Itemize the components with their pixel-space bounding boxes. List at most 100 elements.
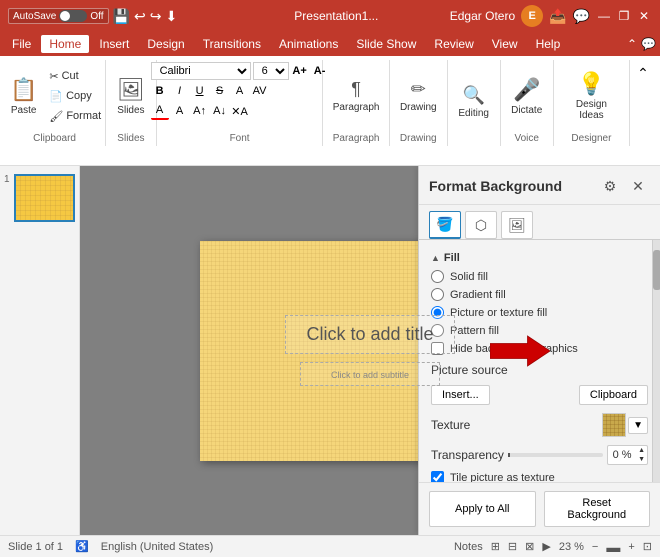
ribbon-collapse-icon[interactable]: ⌃ bbox=[627, 37, 637, 51]
dictate-button[interactable]: 🎤 Dictate bbox=[505, 68, 548, 124]
menu-home[interactable]: Home bbox=[41, 35, 89, 53]
menu-animations[interactable]: Animations bbox=[271, 35, 346, 53]
menu-slideshow[interactable]: Slide Show bbox=[348, 35, 424, 53]
solid-fill-radio[interactable] bbox=[431, 270, 444, 283]
drawing-group: ✏ Drawing Drawing bbox=[390, 60, 448, 146]
clear-format-button[interactable]: ✕A bbox=[231, 102, 249, 120]
texture-preview[interactable] bbox=[602, 413, 626, 437]
view-reading-icon[interactable]: ⊠ bbox=[525, 540, 534, 553]
fit-page-icon[interactable]: ⊡ bbox=[643, 540, 652, 553]
menu-transitions[interactable]: Transitions bbox=[195, 35, 269, 53]
panel-settings-button[interactable]: ⚙ bbox=[598, 174, 622, 198]
minimize-button[interactable]: — bbox=[596, 8, 612, 24]
zoom-in-icon[interactable]: + bbox=[628, 541, 634, 553]
menu-insert[interactable]: Insert bbox=[91, 35, 137, 53]
gradient-fill-radio[interactable] bbox=[431, 288, 444, 301]
drawing-button[interactable]: ✏ Drawing bbox=[394, 68, 443, 124]
texture-picker[interactable]: ▼ bbox=[602, 413, 648, 437]
close-button[interactable]: ✕ bbox=[636, 8, 652, 24]
apply-all-button[interactable]: Apply to All bbox=[429, 491, 536, 527]
view-slideshow-icon[interactable]: ▶ bbox=[542, 540, 550, 553]
slide-subtitle-box[interactable]: Click to add subtitle bbox=[300, 362, 440, 386]
font-size-down2-button[interactable]: A↓ bbox=[211, 102, 229, 120]
clipboard-button[interactable]: Clipboard bbox=[579, 385, 648, 405]
restore-button[interactable]: ❐ bbox=[616, 8, 632, 24]
ribbon-options-button[interactable]: ⌃ bbox=[634, 64, 652, 82]
autosave-toggle[interactable] bbox=[59, 10, 87, 22]
menu-view[interactable]: View bbox=[484, 35, 526, 53]
format-painter-button[interactable]: 🖌Format bbox=[45, 107, 105, 125]
font-row-color: A A A↑ A↓ ✕A bbox=[151, 102, 329, 120]
spin-down[interactable]: ▼ bbox=[636, 455, 647, 464]
format-painter-icon: 🖌 bbox=[49, 110, 63, 123]
texture-dropdown-button[interactable]: ▼ bbox=[628, 417, 648, 434]
increase-font-button[interactable]: A+ bbox=[291, 62, 309, 80]
view-normal-icon[interactable]: ⊞ bbox=[491, 540, 500, 553]
slide-title-box[interactable]: Click to add title bbox=[285, 315, 454, 354]
shadow-button[interactable]: A bbox=[231, 82, 249, 100]
solid-fill-option[interactable]: Solid fill bbox=[431, 270, 648, 283]
comments-icon[interactable]: 💬 bbox=[573, 8, 590, 25]
panel-tab-image[interactable]: 🖼 bbox=[501, 211, 533, 239]
underline-button[interactable]: U bbox=[191, 82, 209, 100]
highlight-button[interactable]: A bbox=[171, 102, 189, 120]
zoom-slider[interactable]: ▬ bbox=[606, 539, 620, 555]
panel-close-button[interactable]: ✕ bbox=[626, 174, 650, 198]
user-area: Edgar Otero E 📤 💬 bbox=[450, 5, 590, 27]
more-icon[interactable]: ⬇ bbox=[165, 8, 177, 25]
font-size-up2-button[interactable]: A↑ bbox=[191, 102, 209, 120]
slide-thumbnail[interactable] bbox=[14, 174, 75, 222]
menu-help[interactable]: Help bbox=[528, 35, 569, 53]
scrollbar-thumb[interactable] bbox=[653, 250, 660, 290]
panel-tab-shape[interactable]: ⬡ bbox=[465, 211, 497, 239]
cut-button[interactable]: ✂Cut bbox=[45, 67, 105, 85]
view-grid-icon[interactable]: ⊟ bbox=[508, 540, 517, 553]
picture-fill-label: Picture or texture fill bbox=[450, 307, 547, 319]
paragraph-group: ¶ Paragraph Paragraph bbox=[323, 60, 389, 146]
save-icon[interactable]: 💾 bbox=[113, 8, 130, 25]
font-size-select[interactable]: 60 bbox=[253, 62, 289, 80]
transparency-spinbox[interactable]: 0 % ▲ ▼ bbox=[607, 445, 648, 465]
font-row-top: Calibri 60 A+ A- bbox=[151, 62, 329, 80]
insert-button[interactable]: Insert... bbox=[431, 385, 490, 405]
tile-checkbox[interactable] bbox=[431, 471, 444, 482]
transparency-slider[interactable] bbox=[508, 453, 603, 457]
panel-tab-fill[interactable]: 🪣 bbox=[429, 211, 461, 239]
red-arrow bbox=[490, 331, 550, 371]
align-chars-button[interactable]: AV bbox=[251, 82, 269, 100]
slides-button[interactable]: 🖼 Slides bbox=[111, 68, 151, 124]
zoom-out-icon[interactable]: − bbox=[592, 541, 598, 553]
panel-scrollbar[interactable] bbox=[652, 240, 660, 482]
picture-fill-option[interactable]: Picture or texture fill bbox=[431, 306, 648, 319]
font-color-button[interactable]: A bbox=[151, 102, 169, 120]
spin-up[interactable]: ▲ bbox=[636, 446, 647, 455]
accessibility-icon[interactable]: ♿ bbox=[75, 540, 89, 553]
menu-design[interactable]: Design bbox=[139, 35, 192, 53]
design-ideas-button[interactable]: 💡 Design Ideas bbox=[562, 68, 621, 124]
status-bar: Slide 1 of 1 ♿ English (United States) N… bbox=[0, 535, 660, 557]
paragraph-button[interactable]: ¶ Paragraph bbox=[327, 68, 386, 124]
language: English (United States) bbox=[101, 541, 214, 553]
notes-button[interactable]: Notes bbox=[454, 541, 483, 553]
copy-button[interactable]: 📄Copy bbox=[45, 87, 105, 105]
design-ideas-icon: 💡 bbox=[578, 71, 605, 97]
comments-menu-icon[interactable]: 💬 bbox=[641, 37, 656, 51]
autosave-label: AutoSave bbox=[13, 11, 56, 22]
menu-review[interactable]: Review bbox=[426, 35, 481, 53]
undo-icon[interactable]: ↩ bbox=[134, 8, 146, 25]
editing-button[interactable]: 🔍 Editing bbox=[452, 74, 495, 130]
autosave-badge[interactable]: AutoSave Off bbox=[8, 8, 109, 24]
tile-option[interactable]: Tile picture as texture bbox=[431, 471, 648, 482]
strikethrough-button[interactable]: S bbox=[211, 82, 229, 100]
reset-background-button[interactable]: Reset Background bbox=[544, 491, 651, 527]
font-name-select[interactable]: Calibri bbox=[151, 62, 251, 80]
paste-button[interactable]: 📋 Paste bbox=[4, 68, 43, 124]
user-name: Edgar Otero bbox=[450, 9, 515, 23]
gradient-fill-option[interactable]: Gradient fill bbox=[431, 288, 648, 301]
share-icon[interactable]: 📤 bbox=[549, 8, 566, 25]
italic-button[interactable]: I bbox=[171, 82, 189, 100]
bold-button[interactable]: B bbox=[151, 82, 169, 100]
copy-label: Copy bbox=[66, 90, 92, 102]
redo-icon[interactable]: ↪ bbox=[150, 8, 162, 25]
menu-file[interactable]: File bbox=[4, 35, 39, 53]
